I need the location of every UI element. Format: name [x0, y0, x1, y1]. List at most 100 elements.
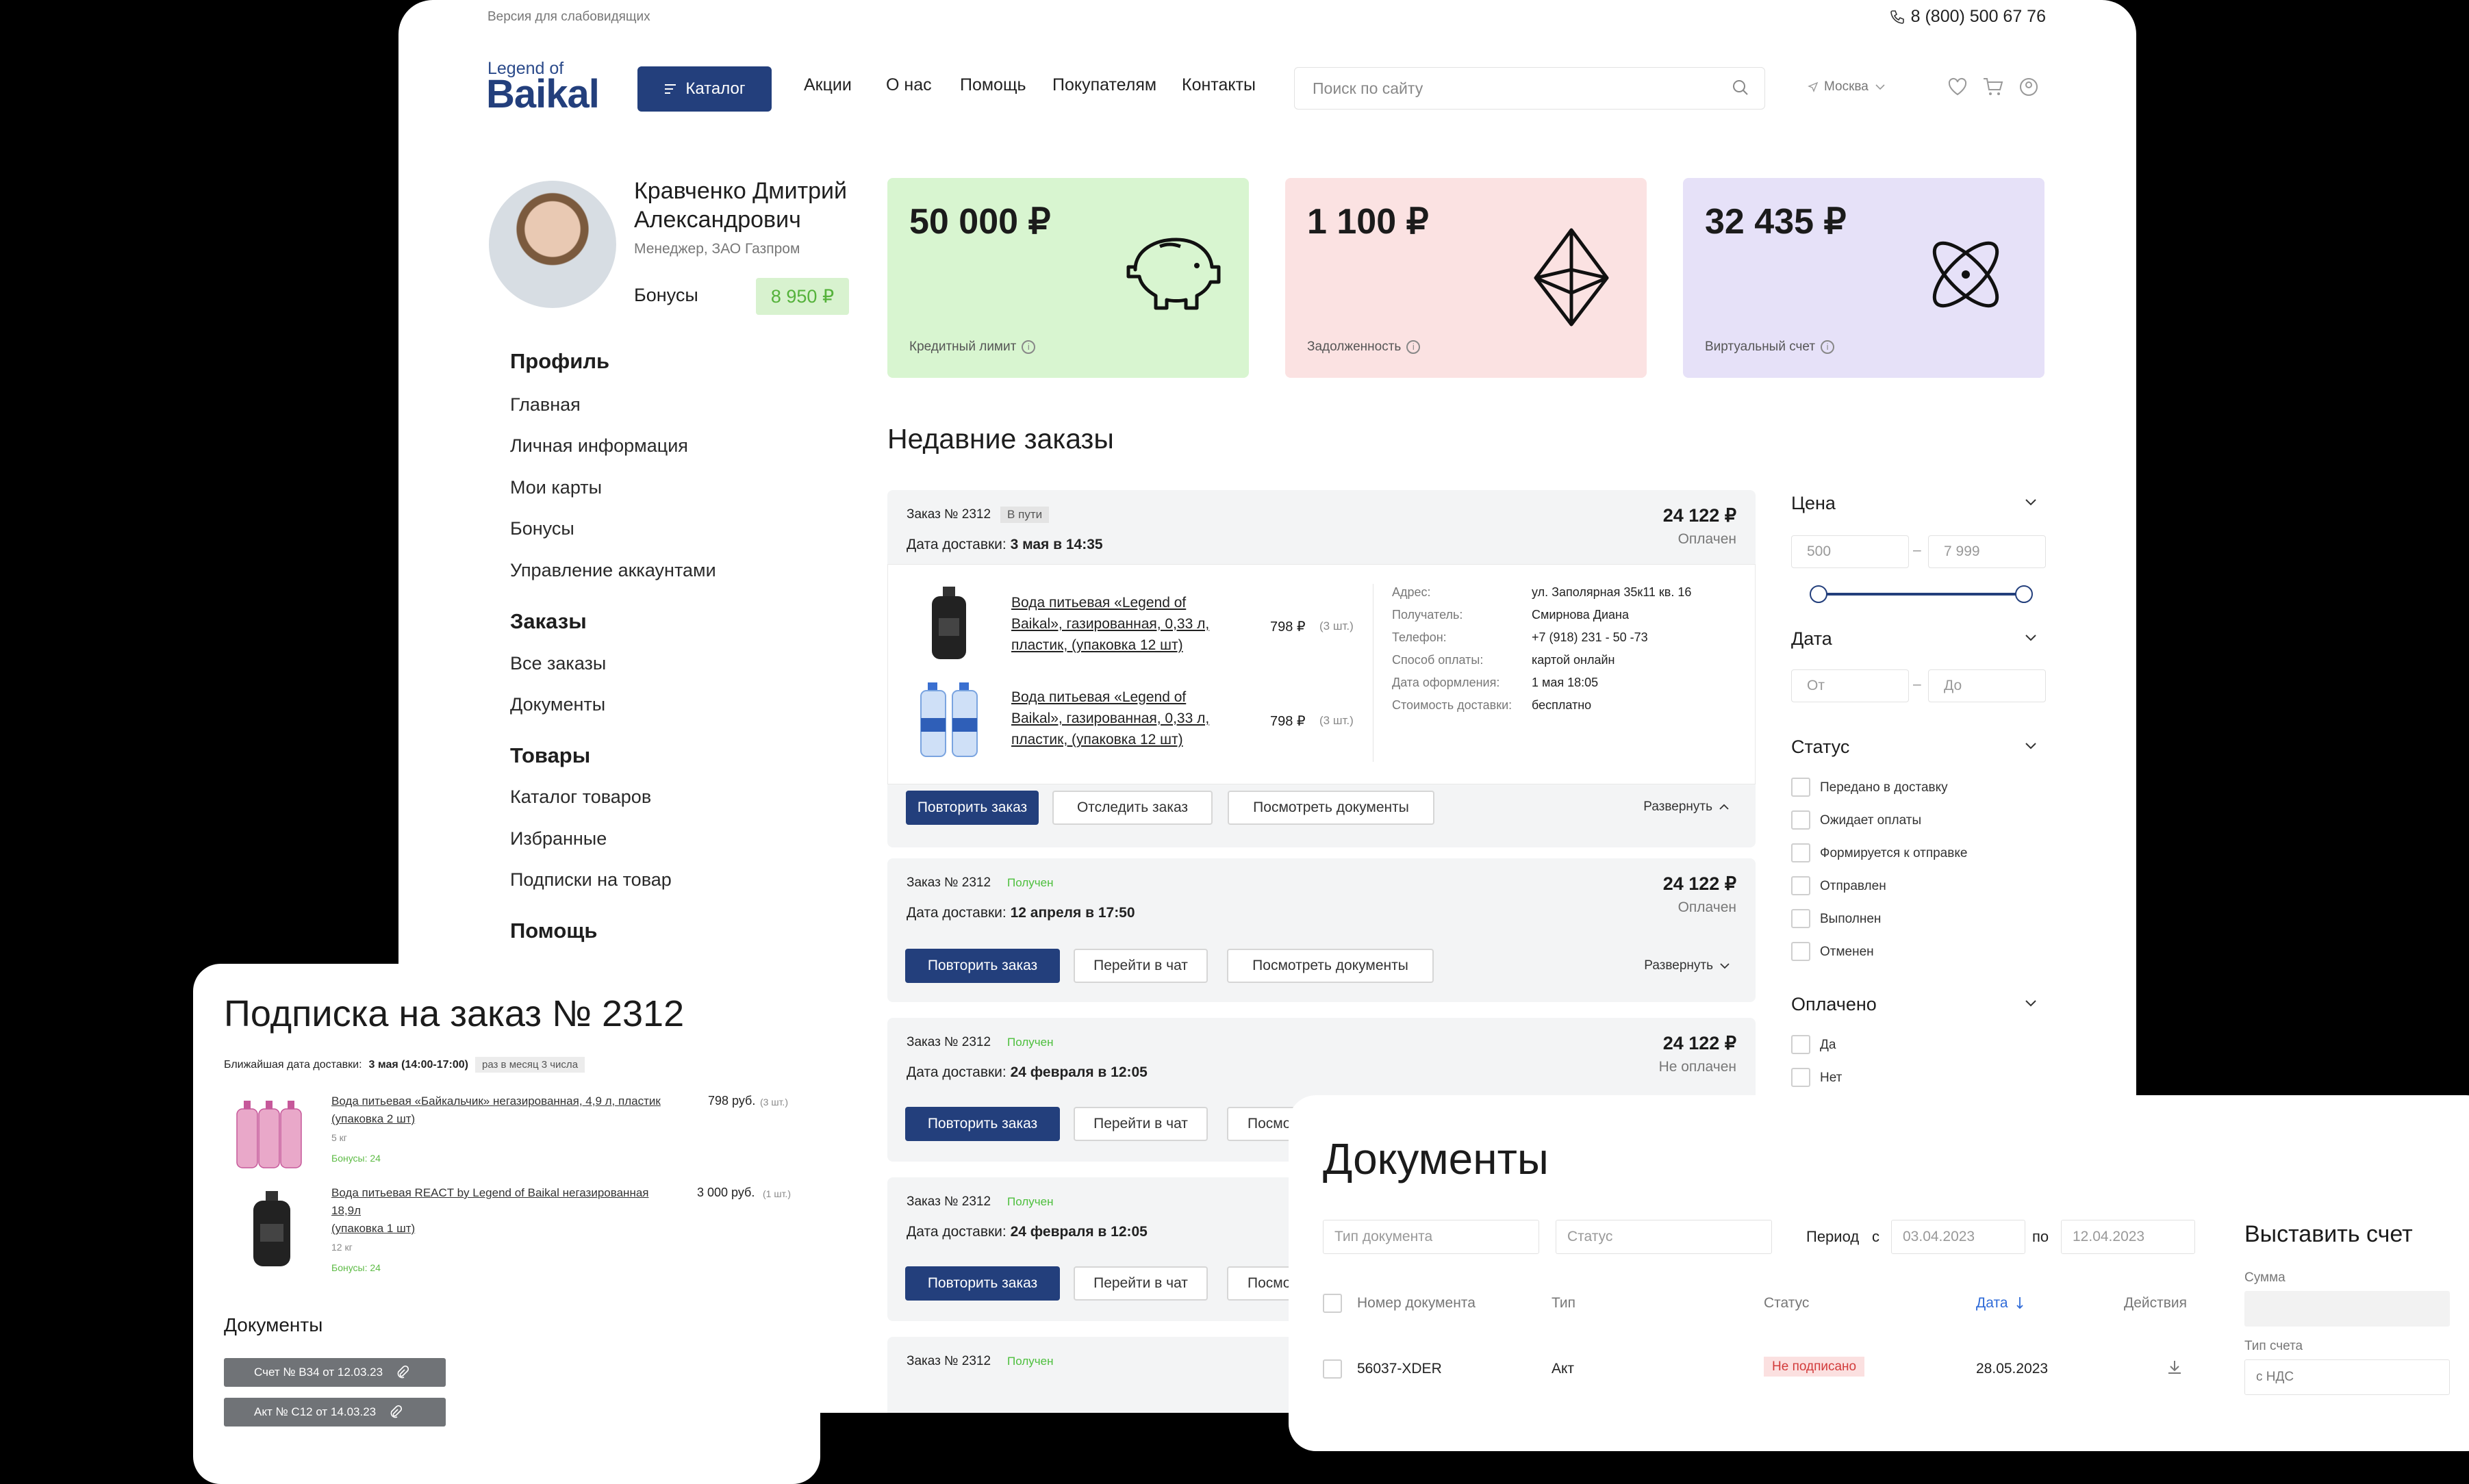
item-price: 3 000 руб.	[697, 1186, 755, 1199]
date-to-input[interactable]: До	[1928, 669, 2046, 702]
nav-customers[interactable]: Покупателям	[1052, 75, 1156, 95]
catalog-button[interactable]: Каталог	[637, 66, 772, 112]
search-input[interactable]: Поиск по сайту	[1294, 67, 1765, 110]
column-header-date[interactable]: Дата	[1976, 1295, 2025, 1312]
sidebar-item-personal-info[interactable]: Личная информация	[510, 435, 688, 457]
filter-paid-title[interactable]: Оплачено	[1791, 994, 1877, 1015]
document-button[interactable]: Счет № В34 от 12.03.23	[224, 1358, 446, 1387]
product-link[interactable]: Вода питьевая «Legend of Baikal», газиро…	[1011, 592, 1209, 656]
status-option[interactable]: Выполнен	[1820, 912, 1881, 927]
expand-label: Развернуть	[1643, 799, 1712, 814]
price-slider-min-handle[interactable]	[1810, 585, 1827, 603]
download-icon[interactable]	[2165, 1358, 2184, 1377]
doc-number[interactable]: 56037-XDER	[1357, 1361, 1442, 1377]
nav-promotions[interactable]: Акции	[804, 75, 852, 95]
select-all-checkbox[interactable]	[1323, 1294, 1342, 1313]
sidebar-item-catalog[interactable]: Каталог товаров	[510, 786, 651, 808]
invoice-type-select[interactable]: с НДС	[2244, 1359, 2450, 1395]
sidebar-item-all-orders[interactable]: Все заказы	[510, 653, 606, 674]
subscription-item[interactable]: Вода питьевая REACT by Legend of Baikal …	[331, 1184, 649, 1273]
sidebar-item-my-cards[interactable]: Мои карты	[510, 477, 602, 498]
status-checkbox[interactable]	[1791, 843, 1810, 862]
view-documents-button[interactable]: Посмотреть документы	[1227, 949, 1434, 983]
status-checkbox[interactable]	[1791, 810, 1810, 830]
track-order-button[interactable]: Отследить заказ	[1052, 791, 1213, 825]
paid-checkbox[interactable]	[1791, 1068, 1810, 1087]
column-header-number[interactable]: Номер документа	[1357, 1295, 1476, 1312]
phone-link[interactable]: 8 (800) 500 67 76	[1889, 7, 2046, 27]
product-price: 798 ₽	[1270, 714, 1306, 729]
sidebar-item-accounts[interactable]: Управление аккаунтами	[510, 560, 716, 581]
search-icon[interactable]	[1730, 77, 1751, 98]
chevron-down-icon[interactable]	[2023, 632, 2039, 643]
sidebar-item-subscriptions[interactable]: Подписки на товар	[510, 869, 672, 891]
price-from-input[interactable]: 500	[1791, 535, 1909, 568]
row-checkbox[interactable]	[1323, 1359, 1342, 1379]
status-option[interactable]: Отправлен	[1820, 879, 1886, 894]
go-to-chat-button[interactable]: Перейти в чат	[1074, 1107, 1208, 1141]
repeat-order-button[interactable]: Повторить заказ	[905, 1266, 1060, 1301]
sidebar-item-home[interactable]: Главная	[510, 394, 581, 415]
user-icon[interactable]	[2017, 75, 2040, 99]
go-to-chat-button[interactable]: Перейти в чат	[1074, 949, 1208, 983]
bonus-value: 8 950 ₽	[756, 278, 849, 315]
expand-toggle[interactable]: Развернуть	[1644, 958, 1731, 973]
nav-about[interactable]: О нас	[886, 75, 932, 95]
period-to-label: по	[2032, 1228, 2049, 1245]
column-header-type[interactable]: Тип	[1552, 1295, 1575, 1312]
go-to-chat-button[interactable]: Перейти в чат	[1074, 1266, 1208, 1301]
nav-help[interactable]: Помощь	[960, 75, 1026, 95]
product-link[interactable]: Вода питьевая «Legend of Baikal», газиро…	[1011, 687, 1209, 750]
price-slider-track[interactable]	[1819, 593, 2024, 596]
sidebar-item-documents[interactable]: Документы	[510, 694, 605, 715]
sidebar-item-bonuses[interactable]: Бонусы	[510, 518, 574, 539]
invoice-sum-input[interactable]	[2244, 1291, 2450, 1327]
status-option[interactable]: Ожидает оплаты	[1820, 813, 1921, 828]
document-button[interactable]: Акт № С12 от 14.03.23	[224, 1398, 446, 1427]
status-checkbox[interactable]	[1791, 876, 1810, 895]
doc-status-select[interactable]: Статус	[1556, 1220, 1772, 1254]
status-checkbox[interactable]	[1791, 942, 1810, 961]
status-option[interactable]: Формируется к отправке	[1820, 846, 1967, 861]
collapse-toggle[interactable]: Развернуть	[1643, 799, 1730, 815]
status-option[interactable]: Передано в доставку	[1820, 780, 1948, 795]
city-selector[interactable]: Москва	[1808, 79, 1886, 94]
doc-type-select[interactable]: Тип документа	[1323, 1220, 1539, 1254]
order-number: Заказ № 2312	[907, 1354, 991, 1368]
subscription-item[interactable]: Вода питьевая «Байкальчик» негазированна…	[331, 1092, 661, 1164]
info-icon[interactable]: i	[1406, 340, 1421, 354]
filter-status-title[interactable]: Статус	[1791, 737, 1849, 758]
status-checkbox[interactable]	[1791, 778, 1810, 797]
chevron-down-icon[interactable]	[2023, 497, 2039, 508]
info-icon[interactable]: i	[1022, 340, 1036, 354]
nav-contacts[interactable]: Контакты	[1182, 75, 1256, 95]
chevron-down-icon[interactable]	[2023, 741, 2039, 752]
period-from-input[interactable]: 03.04.2023	[1891, 1220, 2025, 1254]
accessibility-link[interactable]: Версия для слабовидящих	[488, 10, 650, 25]
detail-value: 1 мая 18:05	[1532, 676, 1599, 689]
status-badge: Получен	[1007, 1355, 1054, 1368]
price-slider-max-handle[interactable]	[2015, 585, 2033, 603]
status-checkbox[interactable]	[1791, 909, 1810, 928]
status-option[interactable]: Отменен	[1820, 945, 1874, 960]
paid-option[interactable]: Да	[1820, 1038, 1836, 1053]
sidebar-item-favorites[interactable]: Избранные	[510, 828, 607, 849]
filter-date-title[interactable]: Дата	[1791, 628, 1832, 650]
view-documents-button[interactable]: Посмотреть документы	[1228, 791, 1434, 825]
column-header-status[interactable]: Статус	[1764, 1295, 1809, 1312]
repeat-order-button[interactable]: Повторить заказ	[905, 949, 1060, 983]
repeat-order-button[interactable]: Повторить заказ	[905, 1107, 1060, 1141]
repeat-order-button[interactable]: Повторить заказ	[906, 791, 1039, 825]
price-to-input[interactable]: 7 999	[1928, 535, 2046, 568]
info-icon[interactable]: i	[1821, 340, 1835, 354]
filter-price-title[interactable]: Цена	[1791, 493, 1836, 514]
chevron-down-icon[interactable]	[2023, 998, 2039, 1009]
paid-checkbox[interactable]	[1791, 1035, 1810, 1054]
heart-icon[interactable]	[1946, 75, 1969, 99]
date-from-input[interactable]: От	[1791, 669, 1909, 702]
paid-option[interactable]: Нет	[1820, 1071, 1842, 1086]
period-to-input[interactable]: 12.04.2023	[2061, 1220, 2195, 1254]
cart-icon[interactable]	[1981, 75, 2005, 99]
logo[interactable]: Baikal	[486, 71, 600, 117]
chevron-up-icon	[1719, 804, 1729, 810]
